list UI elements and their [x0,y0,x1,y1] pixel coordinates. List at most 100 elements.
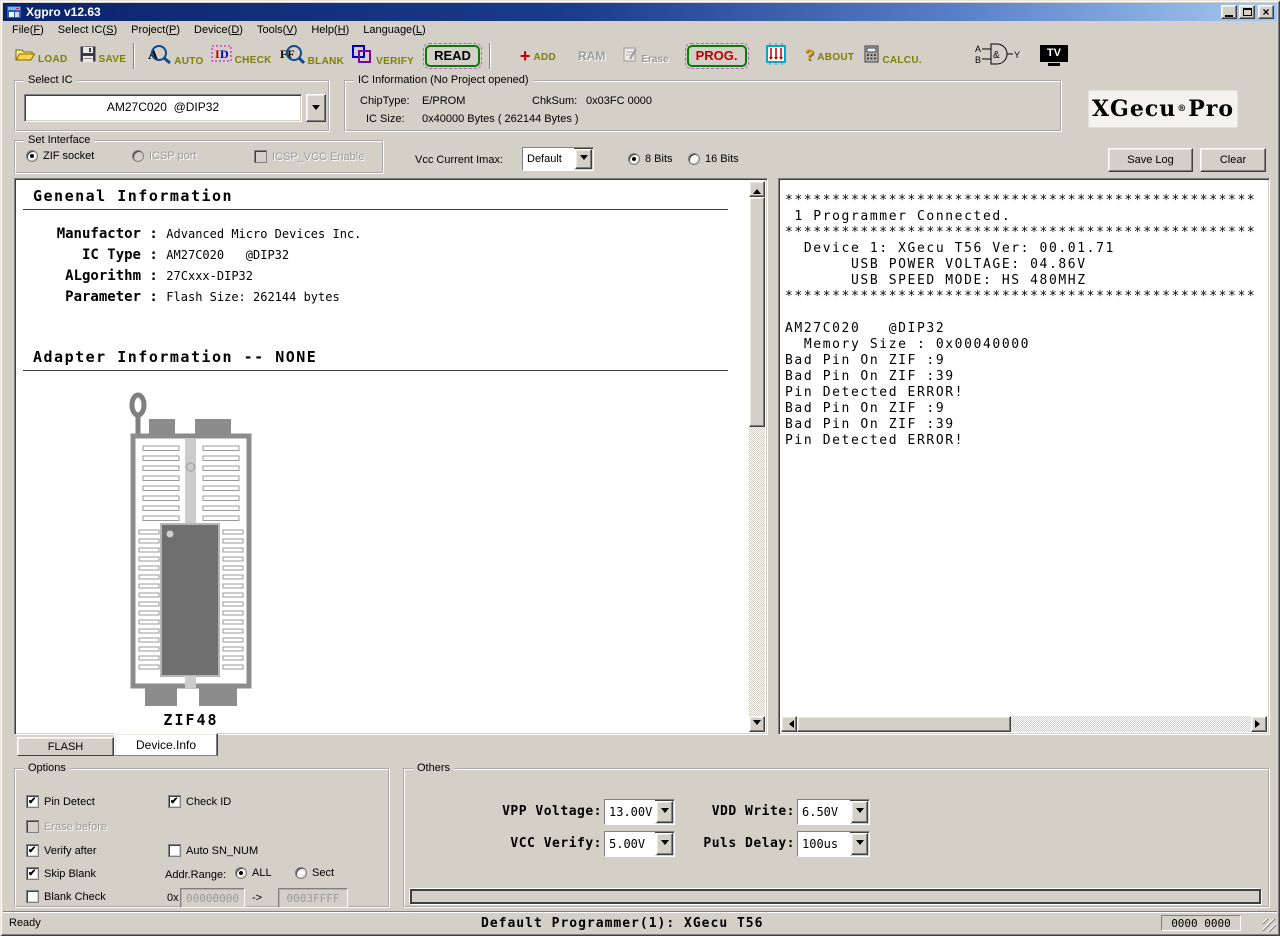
menu-language[interactable]: Language(L) [356,22,432,39]
radio-icon [688,153,700,165]
window-title: Xgpro v12.63 [26,5,1219,19]
scroll-down-button[interactable] [749,716,765,732]
clear-button[interactable]: Clear [1200,148,1266,172]
calculator-button[interactable]: CALCU. [864,45,922,66]
scroll-right-button[interactable] [1251,716,1267,732]
svg-text:&: & [993,50,1000,61]
scroll-left-button[interactable] [781,716,797,732]
vscroll-thumb[interactable] [749,197,765,427]
range-to-field[interactable]: 0003FFFF [278,888,348,908]
vcc-dropdown-button[interactable] [656,833,673,855]
tab-device-info[interactable]: Device.Info [114,733,218,756]
check-label: CHECK [235,55,272,66]
verify-button[interactable]: VERIFY [351,44,414,67]
plus-icon: + [520,49,531,63]
menu-device[interactable]: Device(D) [187,22,250,39]
logic-gate-button[interactable]: AB&Y [974,42,1020,69]
ram-button[interactable]: RAM [578,49,605,63]
vpp-dropdown-button[interactable] [656,801,673,823]
xgecu-pro-logo: XGecu®Pro [1088,90,1238,128]
chevron-down-icon [856,840,864,849]
resize-grip-icon[interactable] [1263,919,1276,932]
addr-range-sect-radio[interactable]: Sect [295,867,334,879]
verify-after-checkbox[interactable]: Verify after [26,844,97,857]
vcc-imax-dropdown-button[interactable] [575,149,592,169]
burn-chip-button[interactable] [763,42,789,69]
floppy-disk-icon [80,46,96,65]
vcc-verify-label: VCC Verify: [495,836,602,851]
auto-button[interactable]: A AUTO [146,44,203,67]
checkbox-icon [254,150,267,163]
save-button[interactable]: SAVE [80,46,127,65]
blank-check-button[interactable]: FF BLANK [279,44,345,67]
addr-range-all-radio[interactable]: ALL [235,867,272,879]
erase-before-checkbox[interactable]: Erase before [26,820,107,833]
tv-button[interactable]: TV [1040,45,1068,66]
puls-dropdown-button[interactable] [851,833,868,855]
scroll-up-button[interactable] [749,181,765,197]
prog-label: PROG. [687,45,747,67]
radio-icon [295,867,307,879]
maximize-button[interactable] [1239,5,1255,19]
log-panel-hscrollbar[interactable] [781,716,1267,732]
icsp-vcc-label: ICSP_VCC Enable [272,151,364,163]
add-button[interactable]: + ADD [520,49,556,63]
vpp-voltage-combo[interactable]: 13.00V [604,799,675,825]
vdd-write-combo[interactable]: 6.50V [797,799,870,825]
checkbox-icon [26,867,39,880]
menu-tools[interactable]: Tools(V) [250,22,304,39]
options-group-label: Options [24,762,70,774]
bits16-radio[interactable]: 16 Bits [688,153,739,165]
prog-button[interactable]: PROG. [685,43,749,69]
vcc-verify-combo[interactable]: 5.00V [604,831,675,857]
vcc-imax-label: Vcc Current Imax: [415,154,503,166]
icsp-port-radio[interactable]: ICSP port [132,150,197,162]
bits8-radio[interactable]: 8 Bits [628,153,673,165]
status-programmer: Default Programmer(1): XGecu T56 [481,916,763,931]
menu-project[interactable]: Project(P) [124,22,187,39]
selected-ic-field[interactable]: AM27C020 @DIP32 [24,94,302,122]
menu-help[interactable]: Help(H) [304,22,356,39]
tab-flash[interactable]: FLASH [17,737,114,756]
checkbox-icon [168,795,181,808]
blank-check-checkbox[interactable]: Blank Check [26,890,106,903]
title-bar[interactable]: Xgpro v12.63 × [3,3,1277,21]
load-button[interactable]: LOAD [15,46,68,65]
vcc-imax-combo[interactable]: Default [522,147,594,171]
vdd-write-label: VDD Write: [690,804,795,819]
svg-text:B: B [975,55,981,65]
erase-button[interactable]: Erase [623,46,668,65]
log-panel: ****************************************… [778,178,1270,735]
check-id-checkbox[interactable]: Check ID [168,795,231,808]
auto-sn-checkbox[interactable]: Auto SN_NUM [168,844,258,857]
chevron-down-icon [661,808,669,817]
set-interface-group-label: Set Interface [24,134,94,146]
check-id-button[interactable]: ID CHECK [211,45,272,66]
add-label: ADD [533,52,556,63]
about-button[interactable]: ? ABOUT [805,49,855,63]
radio-icon [132,150,144,162]
close-button[interactable]: × [1258,5,1274,19]
zif-socket-radio[interactable]: ZIF socket [26,150,94,162]
tv-label: TV [1040,45,1068,62]
calculator-icon [864,45,879,66]
range-from-field[interactable]: 00000000 [180,888,245,908]
blank-magnifier-icon: FF [279,44,305,67]
minimize-button[interactable] [1221,5,1237,19]
save-log-button[interactable]: Save Log [1108,148,1193,172]
hscroll-thumb[interactable] [797,716,1011,732]
vdd-dropdown-button[interactable] [851,801,868,823]
left-panel-vscrollbar[interactable] [749,181,765,732]
pin-detect-checkbox[interactable]: Pin Detect [26,795,95,808]
triangle-left-icon [785,720,794,728]
auto-label: AUTO [174,56,203,67]
puls-delay-combo[interactable]: 100us [797,831,870,857]
menu-file[interactable]: File(F) [5,22,51,39]
icsp-vcc-checkbox[interactable]: ICSP_VCC Enable [254,150,364,163]
skip-blank-checkbox[interactable]: Skip Blank [26,867,96,880]
icsp-port-label: ICSP port [149,150,197,162]
select-ic-dropdown-button[interactable] [306,94,326,122]
menu-select-ic[interactable]: Select IC(S) [51,22,124,39]
zif-socket-label: ZIF socket [43,150,94,162]
read-button[interactable]: READ [423,43,482,69]
